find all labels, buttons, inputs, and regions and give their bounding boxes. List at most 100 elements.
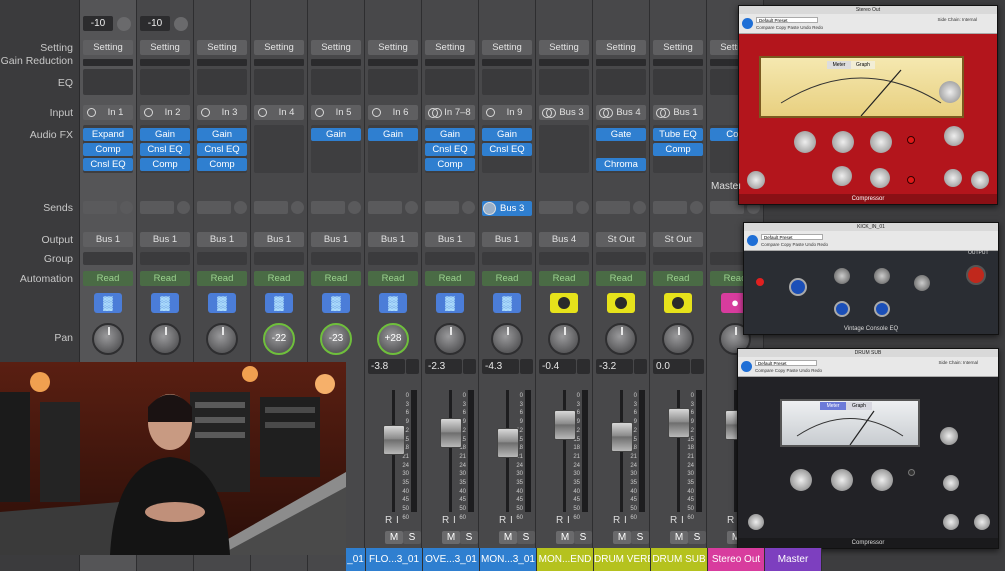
eq-thumbnail[interactable]	[311, 69, 361, 95]
audio-fx-slot[interactable]: Comp	[197, 158, 247, 171]
release-knob[interactable]	[870, 168, 890, 188]
peak-readout[interactable]	[691, 359, 704, 374]
send-level-knob[interactable]	[234, 201, 247, 214]
volume-readout[interactable]: -2.3	[425, 359, 462, 374]
preset-menu[interactable]: Default Preset	[761, 234, 823, 240]
power-icon[interactable]	[741, 361, 752, 372]
solo-button[interactable]: S	[688, 531, 706, 544]
audio-fx-slot[interactable]: Gain	[197, 128, 247, 141]
mute-button[interactable]: M	[385, 531, 403, 544]
volume-fader[interactable]	[554, 410, 576, 440]
attack-knob[interactable]	[832, 166, 852, 186]
track-name-label[interactable]: Stereo Out	[708, 548, 765, 571]
audio-fx-slot[interactable]: Gain	[311, 128, 361, 141]
mute-button[interactable]: M	[499, 531, 517, 544]
power-icon[interactable]	[742, 18, 753, 29]
output-gain-knob[interactable]	[971, 171, 989, 189]
mix-knob[interactable]	[943, 514, 959, 530]
track-name-label[interactable]: FLO...3_01	[366, 548, 423, 571]
makeup-knob[interactable]	[871, 469, 893, 491]
plugin-header-tabs[interactable]: Compare Copy Paste Undo Redo	[755, 368, 822, 373]
mute-button[interactable]: M	[670, 531, 688, 544]
read-button[interactable]: R	[727, 515, 734, 526]
input-slot[interactable]: In 2	[140, 105, 190, 120]
group-slot[interactable]	[311, 252, 361, 265]
track-icon[interactable]: ▓	[208, 293, 236, 313]
volume-readout[interactable]: -4.3	[482, 359, 519, 374]
automation-mode[interactable]: Read	[254, 271, 304, 286]
output-slot[interactable]: Bus 1	[311, 232, 361, 247]
threshold-knob[interactable]	[794, 131, 816, 153]
automation-mode[interactable]: Read	[311, 271, 361, 286]
audio-fx-slot[interactable]: Cnsl EQ	[83, 158, 133, 171]
send-slot[interactable]	[311, 201, 345, 214]
input-slot[interactable]: In 4	[254, 105, 304, 120]
input-slot[interactable]: In 1	[83, 105, 133, 120]
side-chain-menu[interactable]: Side Chain: Internal	[938, 360, 978, 365]
send-level-knob[interactable]	[120, 201, 133, 214]
input-monitor-button[interactable]: I	[510, 515, 513, 526]
track-name-label[interactable]: _01	[346, 548, 366, 571]
distortion-knob[interactable]	[944, 126, 964, 146]
input-slot[interactable]: In 5	[311, 105, 361, 120]
input-gain-field-1[interactable]: -10	[83, 16, 113, 31]
low-freq-knob[interactable]	[834, 301, 850, 317]
side-chain-menu[interactable]: Side Chain: Internal	[937, 17, 977, 22]
peak-readout[interactable]	[634, 359, 647, 374]
solo-button[interactable]: S	[460, 531, 478, 544]
makeup-knob[interactable]	[870, 131, 892, 153]
peak-readout[interactable]	[520, 359, 533, 374]
peak-readout[interactable]	[463, 359, 476, 374]
mute-button[interactable]: M	[556, 531, 574, 544]
graph-tab[interactable]: Graph	[846, 402, 872, 410]
solo-button[interactable]: S	[403, 531, 421, 544]
eq-thumbnail[interactable]	[254, 69, 304, 95]
send-level-knob[interactable]	[291, 201, 304, 214]
audio-fx-area[interactable]	[254, 125, 304, 173]
output-knob[interactable]	[966, 265, 986, 285]
mix-knob[interactable]	[944, 169, 962, 187]
mute-button[interactable]: M	[613, 531, 631, 544]
track-icon[interactable]: ▓	[265, 293, 293, 313]
input-gain-knob-2[interactable]	[174, 17, 188, 31]
send-slot[interactable]	[197, 201, 231, 214]
setting-button[interactable]: Setting	[254, 40, 304, 55]
input-gain-knob[interactable]	[748, 514, 764, 530]
low-gain-knob[interactable]	[834, 268, 850, 284]
eq-thumbnail[interactable]	[197, 69, 247, 95]
mute-button[interactable]: M	[442, 531, 460, 544]
track-icon[interactable]: ▓	[94, 293, 122, 313]
plugin-header-tabs[interactable]: Compare Copy Paste Undo Redo	[761, 242, 828, 247]
group-slot[interactable]	[140, 252, 190, 265]
send-slot[interactable]	[140, 201, 174, 214]
power-led[interactable]	[756, 278, 764, 286]
send-slot[interactable]	[83, 201, 117, 214]
eq-thumbnail[interactable]	[83, 69, 133, 95]
automation-mode[interactable]: Read	[140, 271, 190, 286]
read-button[interactable]: R	[613, 515, 620, 526]
auto-release-toggle[interactable]	[907, 176, 915, 184]
audio-fx-slot[interactable]: Comp	[140, 158, 190, 171]
input-monitor-button[interactable]: I	[624, 515, 627, 526]
distortion-knob[interactable]	[943, 475, 959, 491]
read-button[interactable]: R	[442, 515, 449, 526]
read-button[interactable]: R	[499, 515, 506, 526]
volume-fader[interactable]	[497, 428, 519, 458]
pan-knob[interactable]	[149, 323, 181, 355]
graph-tab[interactable]: Graph	[851, 61, 875, 69]
audio-fx-slot[interactable]: Cnsl EQ	[140, 143, 190, 156]
send-level-knob[interactable]	[348, 201, 361, 214]
mid-freq-knob[interactable]	[874, 301, 890, 317]
pan-knob[interactable]	[92, 323, 124, 355]
eq-thumbnail[interactable]	[140, 69, 190, 95]
volume-readout[interactable]: -3.8	[368, 359, 405, 374]
volume-fader[interactable]	[383, 425, 405, 455]
input-monitor-button[interactable]: I	[453, 515, 456, 526]
mid-gain-knob[interactable]	[874, 268, 890, 284]
automation-mode[interactable]: Read	[83, 271, 133, 286]
setting-button[interactable]: Setting	[197, 40, 247, 55]
track-name-label[interactable]: MON...END	[537, 548, 594, 571]
peak-readout[interactable]	[577, 359, 590, 374]
track-icon[interactable]: ▓	[151, 293, 179, 313]
power-icon[interactable]	[747, 235, 758, 246]
